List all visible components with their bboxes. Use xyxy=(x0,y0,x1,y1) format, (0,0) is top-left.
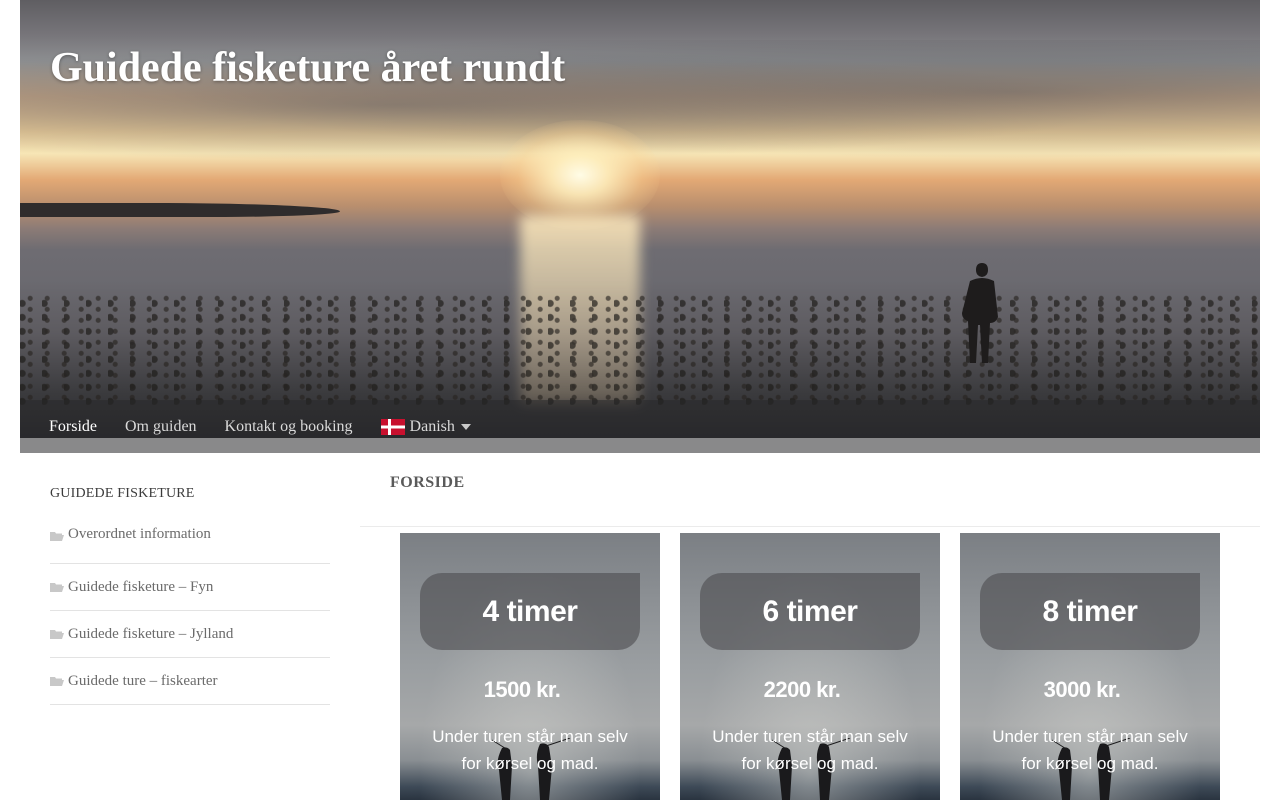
price-card-8-timer[interactable]: 8 timer 3000 kr. Under turen står man se… xyxy=(960,533,1220,800)
site-header: Guidede fisketure året rundt xyxy=(20,0,1260,438)
main-content: FORSIDE 4 timer 1500 kr. Under turen stå… xyxy=(360,460,1260,800)
nav-items: Forside Om guiden Kontakt og booking Dan… xyxy=(49,418,499,436)
card-price: 2200 kr. xyxy=(763,677,841,702)
price-cards: 4 timer 1500 kr. Under turen står man se… xyxy=(400,533,1240,800)
sidebar-title: GUIDEDE FISKETURE xyxy=(50,486,195,501)
card-duration: 4 timer xyxy=(482,595,578,628)
main-nav: Forside Om guiden Kontakt og booking Dan… xyxy=(20,400,1260,453)
chevron-down-icon xyxy=(460,424,471,430)
site-title[interactable]: Guidede fisketure året rundt xyxy=(50,44,565,92)
folder-icon xyxy=(50,583,64,592)
sidebar-item-label: Guidede ture – fiskearter xyxy=(68,672,218,689)
language-switcher[interactable]: Danish xyxy=(380,418,471,436)
page: Guidede fisketure året rundt Forside Om … xyxy=(20,0,1260,800)
nav-item-kontakt-og-booking[interactable]: Kontakt og booking xyxy=(225,418,353,436)
nav-item-forside[interactable]: Forside xyxy=(49,418,97,436)
flag-denmark-icon xyxy=(380,419,405,435)
sidebar-item-label: Guidede fisketure – Fyn xyxy=(68,578,214,595)
card-description: Under turen står man selv for kørsel og … xyxy=(992,727,1188,773)
folder-icon xyxy=(50,677,64,686)
hero-seaweed xyxy=(20,295,1260,405)
sidebar-item-label: Guidede fisketure – Jylland xyxy=(68,625,234,642)
language-label: Danish xyxy=(409,418,455,435)
card-description: Under turen står man selv for kørsel og … xyxy=(712,727,908,773)
sidebar-list: Overordnet information Guidede fisketure… xyxy=(50,526,330,705)
sidebar-item-overordnet-information[interactable]: Overordnet information xyxy=(50,526,330,564)
hero-shoreline xyxy=(20,203,340,217)
card-price: 1500 kr. xyxy=(483,677,561,702)
card-price: 3000 kr. xyxy=(1043,677,1121,702)
folder-icon xyxy=(50,532,64,541)
nav-item-om-guiden[interactable]: Om guiden xyxy=(125,418,197,436)
folder-icon xyxy=(50,630,64,639)
sidebar-item-guidede-fisketure-fyn[interactable]: Guidede fisketure – Fyn xyxy=(50,564,330,611)
page-title: FORSIDE xyxy=(360,460,1260,527)
card-description: Under turen står man selv for kørsel og … xyxy=(432,727,628,773)
sidebar-item-guidede-fisketure-jylland[interactable]: Guidede fisketure – Jylland xyxy=(50,611,330,658)
hero-sun xyxy=(500,120,660,230)
card-duration: 8 timer xyxy=(1042,595,1138,628)
sidebar-item-guidede-ture-fiskearter[interactable]: Guidede ture – fiskearter xyxy=(50,658,330,705)
price-card-6-timer[interactable]: 6 timer 2200 kr. Under turen står man se… xyxy=(680,533,940,800)
price-card-4-timer[interactable]: 4 timer 1500 kr. Under turen står man se… xyxy=(400,533,660,800)
angler-silhouette-icon xyxy=(962,263,998,363)
card-duration: 6 timer xyxy=(762,595,858,628)
sidebar: GUIDEDE FISKETURE Overordnet information… xyxy=(50,486,330,705)
sidebar-item-label: Overordnet information xyxy=(68,526,211,542)
